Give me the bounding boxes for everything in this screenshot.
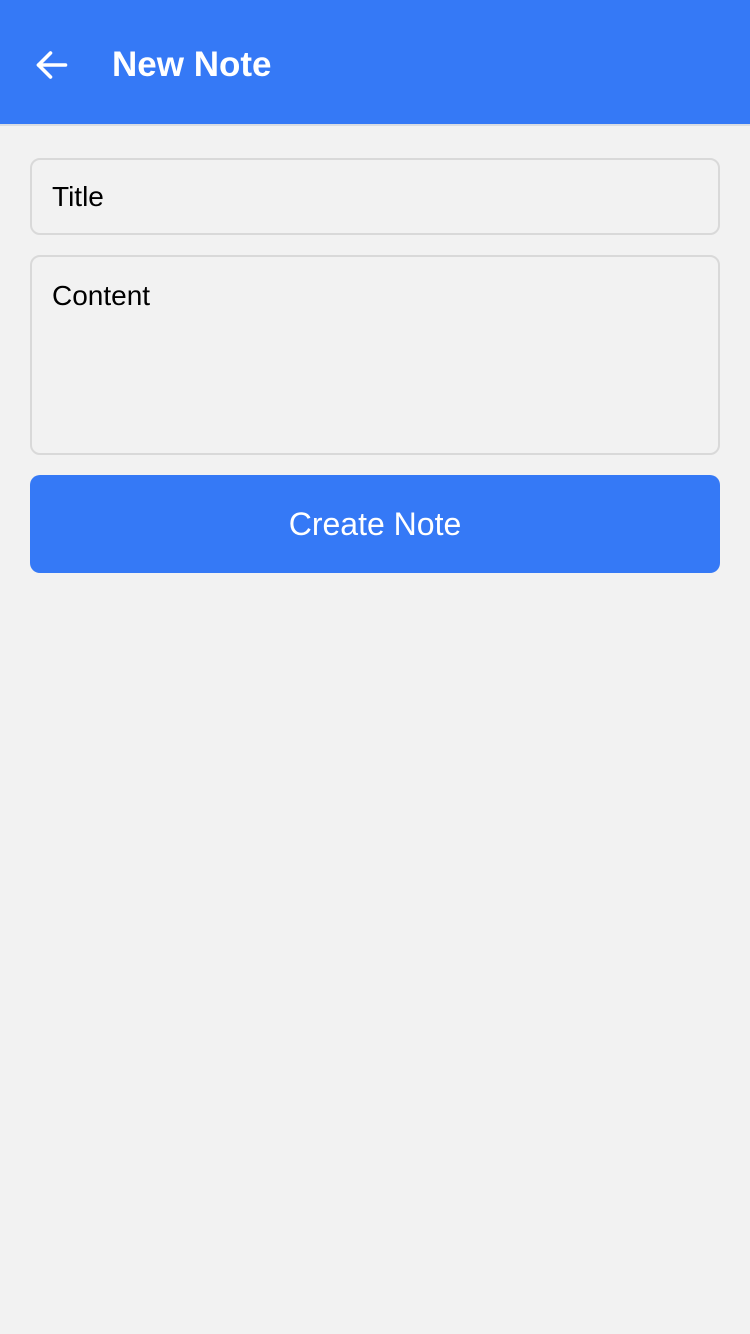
app-header: New Note: [0, 0, 750, 126]
arrow-left-icon: [34, 47, 70, 83]
title-input[interactable]: [30, 158, 720, 235]
app-screen: New Note Create Note: [0, 0, 750, 1334]
content-textarea[interactable]: [30, 255, 720, 455]
back-button[interactable]: [22, 35, 82, 95]
create-note-button[interactable]: Create Note: [30, 475, 720, 573]
page-title: New Note: [112, 45, 272, 84]
